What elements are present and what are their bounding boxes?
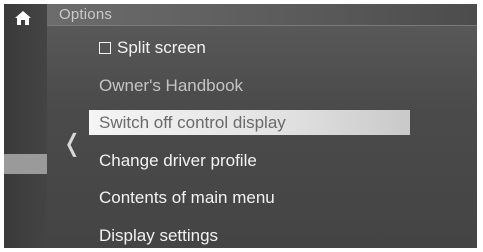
page-title: Options	[59, 6, 113, 23]
menu-item-display-settings[interactable]: Display settings	[89, 217, 469, 248]
side-rail-band	[4, 154, 47, 174]
menu-item-change-driver-profile[interactable]: Change driver profile	[89, 142, 469, 180]
home-icon[interactable]	[14, 10, 32, 26]
menu-item-label: Owner's Handbook	[99, 75, 244, 95]
menu-item-label: Display settings	[99, 225, 219, 245]
split-screen-checkbox[interactable]	[99, 42, 111, 54]
chevron-left-icon[interactable]: ❬	[62, 129, 82, 157]
menu-item-label: Switch off control display	[99, 113, 286, 133]
menu-item-label: Change driver profile	[99, 150, 257, 170]
options-menu: Split screen Owner's Handbook Switch off…	[89, 29, 469, 248]
menu-item-split-screen[interactable]: Split screen	[89, 29, 469, 67]
menu-item-label: Contents of main menu	[99, 188, 275, 208]
side-rail	[4, 4, 47, 248]
menu-item-switch-off-display[interactable]: Switch off control display	[89, 110, 410, 136]
display-screen: Options ❬ Split screen Owner's Handbook …	[4, 4, 477, 248]
menu-item-owners-handbook[interactable]: Owner's Handbook	[89, 67, 469, 105]
menu-item-contents-main-menu[interactable]: Contents of main menu	[89, 179, 469, 217]
menu-item-label: Split screen	[117, 38, 206, 57]
